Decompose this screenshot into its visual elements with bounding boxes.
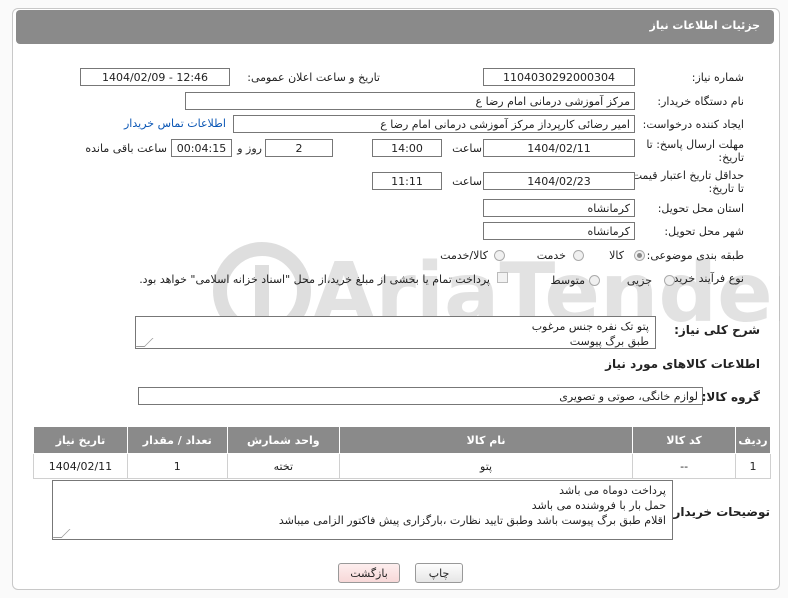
- goods-table-header-row: تاریخ نیاز تعداد / مقدار واحد شمارش نام …: [33, 426, 771, 454]
- category-radio-service[interactable]: [573, 250, 584, 261]
- col-need-date: تاریخ نیاز: [33, 426, 128, 454]
- cell-item-name: پتو: [339, 453, 634, 479]
- category-option-service: خدمت: [536, 249, 566, 262]
- need-number-label: شماره نیاز:: [691, 71, 744, 84]
- price-validity-label-date: تا تاریخ:: [708, 182, 744, 195]
- creator-label: ایجاد کننده درخواست:: [642, 118, 744, 131]
- buyer-org-field: مرکز آموزشی درمانی امام رضا ع: [185, 92, 635, 110]
- announce-date-label: تاریخ و ساعت اعلان عمومی:: [247, 71, 380, 84]
- category-radio-goods[interactable]: [634, 250, 645, 261]
- table-row: 1404/02/11 1 تخته پتو -- 1: [33, 453, 771, 479]
- page-title: جزئیات اطلاعات نیاز: [649, 19, 761, 32]
- cell-item-code: --: [632, 453, 737, 479]
- description-textarea[interactable]: پتو تک نفره جنس مرغوب طبق برگ پیوست: [135, 316, 656, 349]
- goods-section-title: اطلاعات کالاهای مورد نیاز: [605, 357, 760, 371]
- print-button[interactable]: چاپ: [415, 563, 463, 583]
- category-option-goods: کالا: [609, 249, 624, 262]
- col-row: ردیف: [735, 426, 771, 454]
- buyer-org-label: نام دستگاه خریدار:: [657, 95, 744, 108]
- cell-unit: تخته: [226, 453, 341, 479]
- deadline-time-field: 14:00: [372, 139, 442, 157]
- cell-need-date: 1404/02/11: [33, 453, 128, 479]
- city-label: شهر محل تحویل:: [664, 225, 744, 238]
- buyer-notes-label: توضیحات خریدار:: [668, 505, 770, 519]
- deadline-label: مهلت ارسال پاسخ: تا: [646, 138, 744, 151]
- province-field: کرمانشاه: [483, 199, 635, 217]
- goods-group-label: گروه کالا:: [701, 390, 760, 404]
- cell-row-number: 1: [735, 453, 771, 479]
- col-unit: واحد شمارش: [226, 426, 341, 454]
- creator-field: امیر رضائی کارپرداز مرکز آموزشی درمانی ا…: [233, 115, 635, 133]
- cell-quantity: 1: [126, 453, 228, 479]
- process-label: نوع فرآیند خرید :: [666, 272, 744, 285]
- deadline-label-date: تاریخ:: [718, 151, 744, 164]
- price-validity-date-field: 1404/02/23: [483, 172, 635, 190]
- back-button[interactable]: بازگشت: [338, 563, 400, 583]
- deadline-date-field: 1404/02/11: [483, 139, 635, 157]
- category-radio-goods-service[interactable]: [494, 250, 505, 261]
- process-option-minor: جزیی: [626, 274, 652, 287]
- treasury-payment-note: پرداخت تمام یا بخشی از مبلغ خرید،از محل …: [139, 273, 490, 286]
- deadline-time-label: ساعت: [452, 142, 482, 155]
- goods-table: تاریخ نیاز تعداد / مقدار واحد شمارش نام …: [33, 426, 771, 479]
- remaining-time-label: ساعت باقی مانده: [85, 142, 167, 155]
- announce-date-field: 1404/02/09 - 12:46: [80, 68, 230, 86]
- category-label: طبقه بندی موضوعی:: [646, 249, 744, 262]
- col-item-code: کد کالا: [632, 426, 737, 454]
- page-header: جزئیات اطلاعات نیاز: [16, 10, 774, 44]
- process-radio-medium[interactable]: [589, 275, 600, 286]
- days-label: روز و: [237, 142, 262, 155]
- process-radio-minor[interactable]: [664, 275, 675, 286]
- treasury-payment-checkbox[interactable]: [497, 272, 508, 283]
- goods-group-field: لوازم خانگی، صوتی و تصویری: [138, 387, 703, 405]
- price-validity-label: حداقل تاریخ اعتبار قیمت:: [628, 169, 744, 182]
- days-field: 2: [265, 139, 333, 157]
- price-validity-time-label: ساعت: [452, 175, 482, 188]
- price-validity-time-field: 11:11: [372, 172, 442, 190]
- description-label: شرح کلی نیاز:: [674, 323, 760, 337]
- remaining-time-field: 00:04:15: [171, 139, 232, 157]
- need-number-field: 1104030292000304: [483, 68, 635, 86]
- buyer-contact-link[interactable]: اطلاعات تماس خریدار: [124, 117, 226, 130]
- city-field: کرمانشاه: [483, 222, 635, 240]
- buyer-notes-textarea[interactable]: پرداخت دوماه می باشد حمل بار با فروشنده …: [52, 480, 673, 540]
- category-option-goods-service: کالا/خدمت: [440, 249, 488, 262]
- process-option-medium: متوسط: [550, 274, 585, 287]
- col-quantity: تعداد / مقدار: [126, 426, 228, 454]
- province-label: استان محل تحویل:: [657, 202, 744, 215]
- col-item-name: نام کالا: [339, 426, 634, 454]
